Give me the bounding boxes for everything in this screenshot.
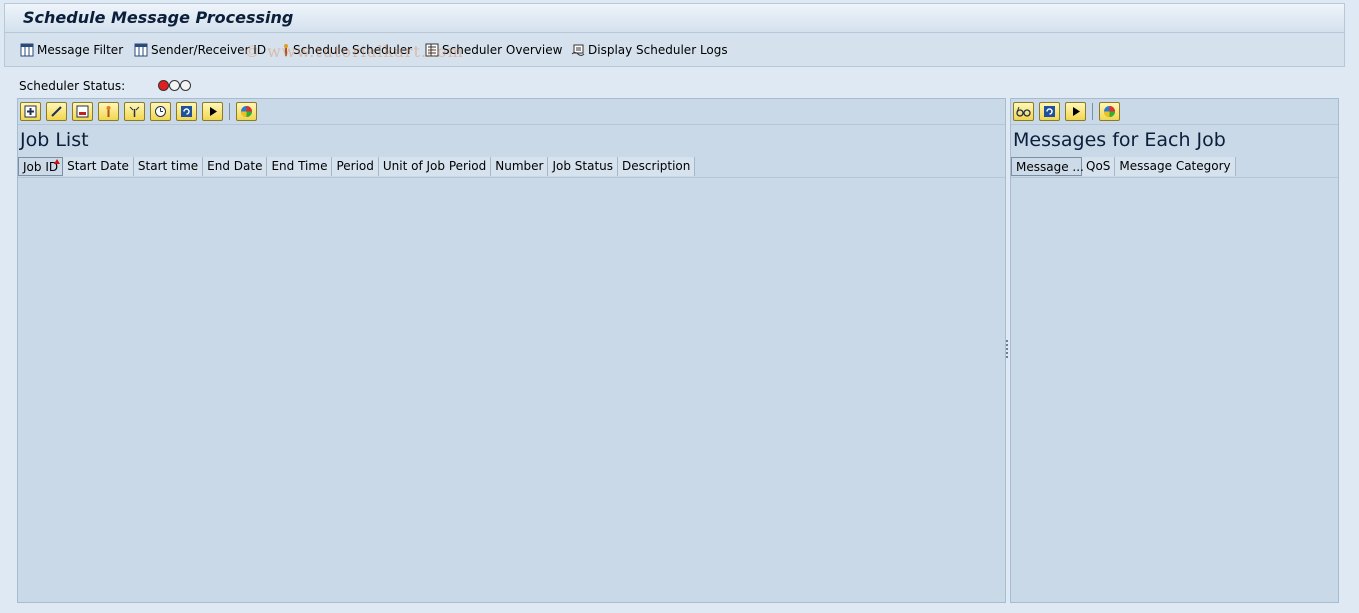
create-icon[interactable] <box>20 102 41 121</box>
messages-toolbar <box>1011 99 1338 125</box>
refresh-icon[interactable] <box>176 102 197 121</box>
stop-icon[interactable] <box>124 102 145 121</box>
column-end-time[interactable]: End Time <box>267 157 333 176</box>
application-toolbar: Message Filter Sender/Receiver ID Schedu… <box>4 33 1345 67</box>
scheduler-status-label: Scheduler Status: <box>19 79 126 93</box>
column-message[interactable]: Message ... <box>1011 157 1084 176</box>
column-start-time[interactable]: Start time <box>133 157 204 176</box>
message-filter-label: Message Filter <box>37 43 124 57</box>
job-list-panel: Job List Job ID Start Date Start time En… <box>17 98 1006 603</box>
execute-icon[interactable] <box>1065 102 1086 121</box>
messages-panel: Messages for Each Job Message ... QoS Me… <box>1010 98 1339 603</box>
job-list-header: Job ID Start Date Start time End Date En… <box>18 157 1005 178</box>
schedule-scheduler-button[interactable]: Schedule Scheduler <box>282 41 412 59</box>
scheduler-status-lights <box>158 80 191 91</box>
delete-icon[interactable] <box>72 102 93 121</box>
overview-icon <box>425 43 439 57</box>
schedule-scheduler-label: Schedule Scheduler <box>293 43 413 57</box>
message-filter-button[interactable]: Message Filter <box>20 41 123 59</box>
scheduler-overview-label: Scheduler Overview <box>442 43 563 57</box>
splitter-handle[interactable] <box>1006 340 1008 358</box>
column-qos[interactable]: QoS <box>1082 157 1116 176</box>
sort-ascending-icon <box>54 159 61 164</box>
edit-icon[interactable] <box>46 102 67 121</box>
refresh-icon[interactable] <box>1039 102 1060 121</box>
job-list-title: Job List <box>20 129 89 151</box>
toolbar-separator <box>229 103 230 120</box>
title-bar: Schedule Message Processing <box>4 3 1345 33</box>
column-job-status[interactable]: Job Status <box>548 157 619 176</box>
glasses-icon[interactable] <box>1013 102 1034 121</box>
statistics-icon[interactable] <box>1099 102 1120 121</box>
sender-receiver-id-label: Sender/Receiver ID <box>151 43 267 57</box>
column-period[interactable]: Period <box>332 157 379 176</box>
messages-header: Message ... QoS Message Category <box>1011 157 1338 178</box>
column-description[interactable]: Description <box>618 157 696 176</box>
display-scheduler-logs-button[interactable]: Display Scheduler Logs <box>571 41 728 59</box>
toolbar-separator <box>1092 103 1093 120</box>
column-unit-of-job-period[interactable]: Unit of Job Period <box>378 157 492 176</box>
job-list-toolbar <box>18 99 1005 125</box>
messages-title: Messages for Each Job <box>1013 129 1226 151</box>
page-title: Schedule Message Processing <box>23 8 294 27</box>
display-scheduler-logs-label: Display Scheduler Logs <box>588 43 728 57</box>
column-message-category[interactable]: Message Category <box>1115 157 1236 176</box>
logs-icon <box>571 43 585 57</box>
off-light-icon <box>180 80 191 91</box>
statistics-icon[interactable] <box>236 102 257 121</box>
off-light-icon <box>169 80 180 91</box>
column-start-date[interactable]: Start Date <box>63 157 134 176</box>
column-end-date[interactable]: End Date <box>203 157 268 176</box>
grid-filter-icon <box>20 43 34 57</box>
scheduler-overview-button[interactable]: Scheduler Overview <box>425 41 562 59</box>
release-icon[interactable] <box>98 102 119 121</box>
sender-receiver-id-button[interactable]: Sender/Receiver ID <box>134 41 266 59</box>
schedule-icon[interactable] <box>150 102 171 121</box>
column-number[interactable]: Number <box>491 157 549 176</box>
column-job-id[interactable]: Job ID <box>18 157 64 176</box>
grid-id-icon <box>134 43 148 57</box>
red-light-icon <box>158 80 169 91</box>
pin-icon <box>282 43 290 57</box>
execute-icon[interactable] <box>202 102 223 121</box>
